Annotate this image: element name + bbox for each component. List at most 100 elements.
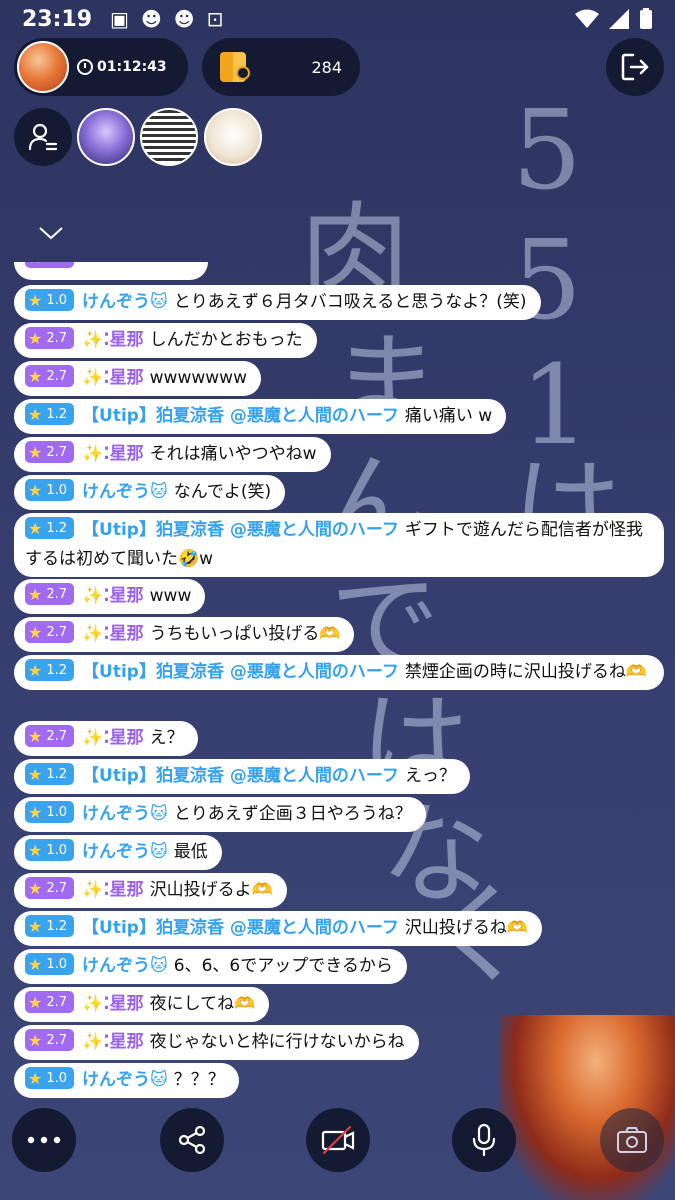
chat-message: ★2.7 [14, 262, 208, 280]
chat-username[interactable]: ✨⁚星那 [82, 624, 144, 644]
star-icon: ★ [28, 802, 43, 822]
more-button[interactable] [12, 1108, 76, 1172]
level-badge: ★ 1.0 [25, 839, 75, 861]
chat-username[interactable]: けんぞう🐱 [82, 842, 168, 862]
mic-icon [472, 1123, 496, 1157]
host-avatar[interactable] [17, 41, 69, 93]
camera-toggle-button[interactable] [306, 1108, 370, 1172]
chat-text: wwwwwww [149, 368, 247, 388]
chat-username[interactable]: 【Utip】狛夏涼香 @悪魔と人間のハーフ [82, 662, 399, 682]
chat-username[interactable]: ✨⁚星那 [82, 444, 144, 464]
chat-username[interactable]: ✨⁚星那 [82, 368, 144, 388]
chat-username[interactable]: ✨⁚星那 [82, 880, 144, 900]
chat-text: www [149, 586, 192, 606]
chat-text: 最低 [173, 842, 208, 862]
star-icon: ★ [28, 328, 43, 348]
star-icon: ★ [28, 878, 43, 898]
chat-text: 沢山投げるね🫶 [404, 918, 529, 938]
collapse-button[interactable] [38, 225, 64, 241]
star-icon: ★ [28, 954, 43, 974]
host-info-pill[interactable]: 01:12:43 [14, 38, 188, 96]
chat-message: ★ 2.7 ✨⁚星那 www [14, 579, 206, 614]
star-icon: ★ [28, 622, 43, 642]
coin-icon [220, 52, 250, 82]
system-icons [575, 8, 653, 30]
chat-text: とりあえず６月タバコ吸えると思うなよ？(笑) [173, 292, 527, 312]
chat-username[interactable]: けんぞう🐱 [82, 956, 168, 976]
level-badge: ★2.7 [25, 991, 75, 1013]
chat-message: ★ 1.0 けんぞう🐱 最低 [14, 835, 222, 870]
viewer-avatar[interactable] [77, 108, 135, 166]
level-badge: ★2.7 [25, 262, 75, 268]
viewer-avatar[interactable] [140, 108, 198, 166]
chevron-down-icon [39, 227, 63, 240]
chat-username[interactable]: 【Utip】狛夏涼香 @悪魔と人間のハーフ [82, 406, 399, 426]
chat-username[interactable]: ✨⁚星那 [82, 586, 144, 606]
star-icon: ★ [28, 584, 43, 604]
chat-username[interactable]: 【Utip】狛夏涼香 @悪魔と人間のハーフ [82, 766, 399, 786]
chat-text: それは痛いやつやねw [149, 444, 317, 464]
share-button[interactable] [160, 1108, 224, 1172]
chat-message: ★ 2.7 ✨⁚星那 wwwwwww [14, 361, 261, 396]
chat-username[interactable]: けんぞう🐱 [82, 804, 168, 824]
chat-message: ★ 1.0 けんぞう🐱 とりあえず企画３日やろうね？ [14, 797, 426, 832]
level-badge: ★ 1.0 [25, 289, 75, 311]
chat-username[interactable]: ✨⁚星那 [82, 728, 144, 748]
chat-username[interactable]: けんぞう🐱 [82, 1070, 168, 1090]
chat-message: ★ 1.0 けんぞう🐱？？？ [14, 1063, 239, 1098]
mic-button[interactable] [452, 1108, 516, 1172]
chat-message: ★ 2.7 ✨⁚星那 沢山投げるよ🫶 [14, 873, 287, 908]
exit-button[interactable] [606, 38, 664, 96]
viewer-list-button[interactable] [14, 108, 72, 166]
chat-text: しんだかとおもった [149, 330, 303, 350]
level-badge: ★ 1.0 [25, 479, 75, 501]
signal-icon [609, 9, 629, 29]
viewer-list-icon [28, 123, 58, 151]
chat-username[interactable]: ✨⁚星那 [82, 1032, 144, 1052]
keyboard-icon: ⊡ [206, 7, 224, 31]
star-icon: ★ [28, 764, 43, 784]
level-badge: ★2.7 [25, 725, 75, 747]
chat-text: ？？？ [173, 1070, 225, 1090]
chat-message: ★ 1.2 【Utip】狛夏涼香 @悪魔と人間のハーフ 禁煙企画の時に沢山投げるね🫶 [14, 655, 664, 690]
level-badge: ★2.7 [25, 877, 75, 899]
chat-username[interactable]: ✨⁚星那 [82, 330, 144, 350]
level-badge: ★ 1.2 [25, 915, 75, 937]
star-icon: ★ [28, 518, 43, 538]
screenshot-button[interactable] [600, 1108, 664, 1172]
chat-message: ★ 2.7 ✨⁚星那 うちもいっぱい投げる🫶 [14, 617, 355, 652]
notification-icons: ▣ ☻ ☻ ⊡ [110, 7, 223, 31]
chat-message: ★ 1.0 けんぞう🐱 なんでよ(笑) [14, 475, 286, 510]
status-time: 23:19 [22, 6, 93, 32]
viewer-avatar[interactable] [204, 108, 262, 166]
stream-timer: 01:12:43 [97, 59, 167, 75]
camera-off-icon [321, 1125, 355, 1155]
battery-icon [640, 8, 652, 29]
screenshot-icon [617, 1127, 647, 1153]
star-icon: ★ [28, 840, 43, 860]
star-icon: ★ [28, 1030, 43, 1050]
level-badge: ★ 1.2 [25, 403, 75, 425]
chat-text: 沢山投げるよ🫶 [149, 880, 273, 900]
app-notification-icon: ☻ [173, 7, 195, 31]
chat-username[interactable]: 【Utip】狛夏涼香 @悪魔と人間のハーフ [82, 520, 399, 540]
chat-username[interactable]: けんぞう🐱 [82, 292, 168, 312]
chat-text: えっ？ [404, 766, 456, 786]
chat-list[interactable]: ★2.7 ★1.0けんぞう🐱とりあえず６月タバコ吸えると思うなよ？(笑) ★2.… [14, 262, 664, 1098]
chat-username[interactable]: けんぞう🐱 [82, 482, 168, 502]
star-icon: ★ [28, 290, 43, 310]
chat-username[interactable]: 【Utip】狛夏涼香 @悪魔と人間のハーフ [82, 918, 399, 938]
coin-pill[interactable]: 284 [202, 38, 360, 96]
level-badge: ★2.7 [25, 1029, 75, 1051]
level-badge: ★ 1.0 [25, 801, 75, 823]
bottom-toolbar [0, 1108, 675, 1178]
chat-text: うちもいっぱい投げる🫶 [149, 624, 341, 644]
chat-text: 禁煙企画の時に沢山投げるね🫶 [404, 662, 648, 682]
chat-text: 痛い痛い w [404, 406, 493, 426]
chat-message: ★ 1.0 けんぞう🐱 とりあえず６月タバコ吸えると思うなよ？(笑) [14, 285, 541, 320]
chat-message: ★ 1.2 【Utip】狛夏涼香 @悪魔と人間のハーフ ギフトで遊んだら配信者が怪我す… [14, 513, 664, 577]
chat-username[interactable]: ✨⁚星那 [82, 994, 144, 1014]
level-badge: ★ 1.0 [25, 1067, 75, 1089]
chat-message: ★ 2.7 ✨⁚星那 しんだかとおもった [14, 323, 317, 358]
level-badge: ★2.7 [25, 621, 75, 643]
